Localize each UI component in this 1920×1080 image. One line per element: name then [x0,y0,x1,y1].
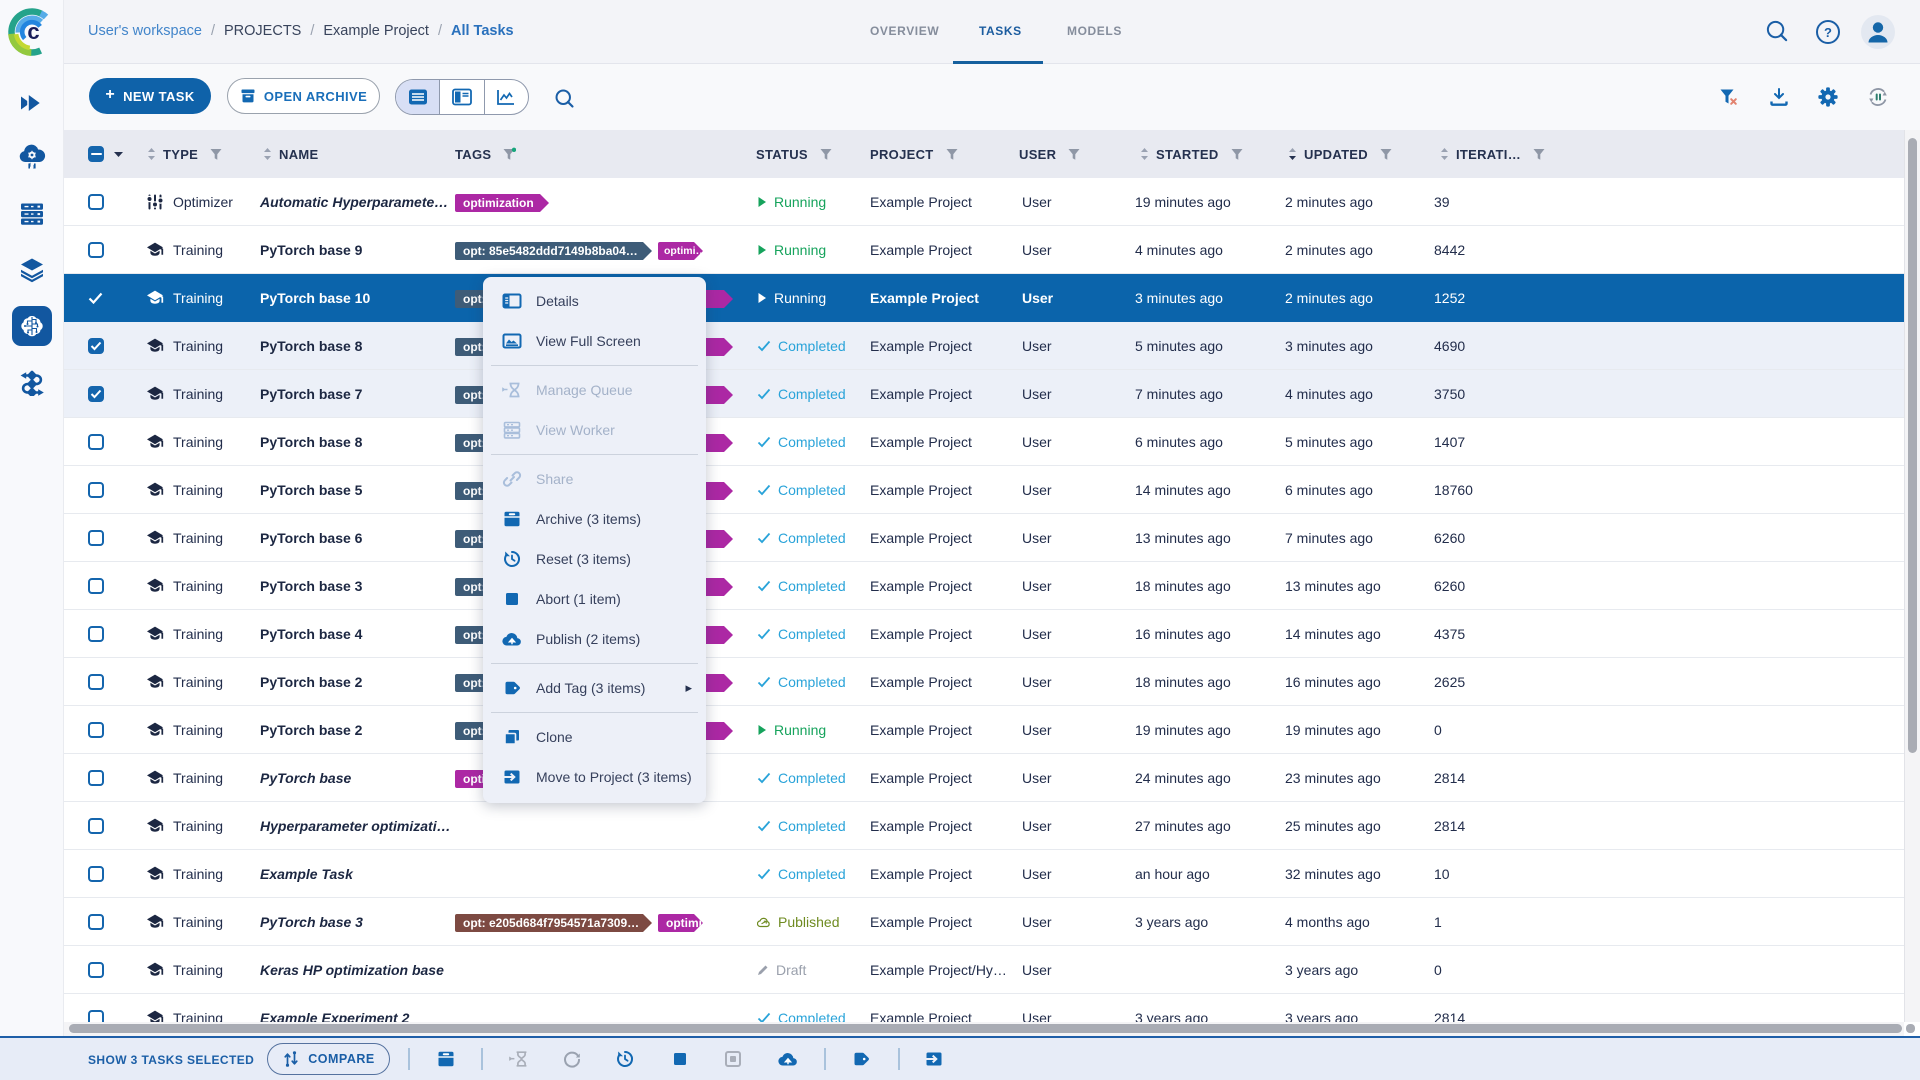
svg-text:?: ? [1824,25,1832,40]
svg-text:c: c [27,19,39,44]
